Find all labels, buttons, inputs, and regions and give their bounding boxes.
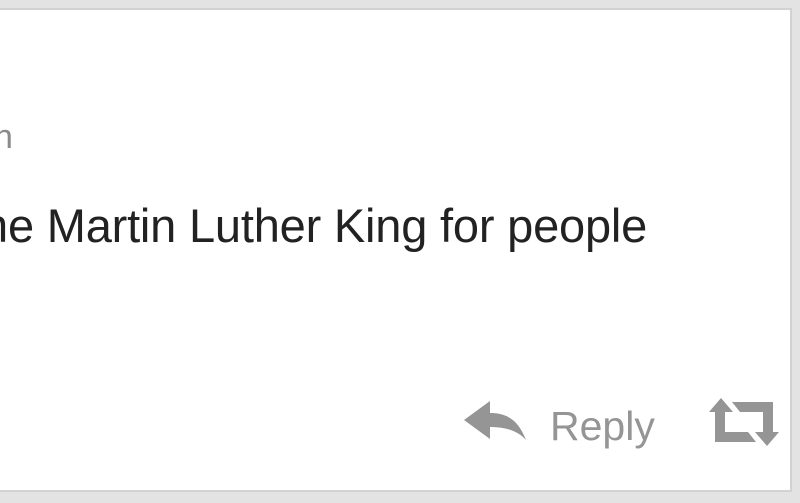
- reply-button[interactable]: Reply: [462, 396, 655, 456]
- retweet-button[interactable]: R: [706, 396, 790, 458]
- retweet-icon: [706, 396, 782, 458]
- tweet-screen-name[interactable]: n: [0, 118, 13, 157]
- tweet-card: n he Martin Luther King for people Reply…: [0, 8, 792, 492]
- tweet-text: he Martin Luther King for people: [0, 199, 648, 252]
- reply-label: Reply: [550, 402, 655, 449]
- reply-arrow-icon: [462, 396, 530, 456]
